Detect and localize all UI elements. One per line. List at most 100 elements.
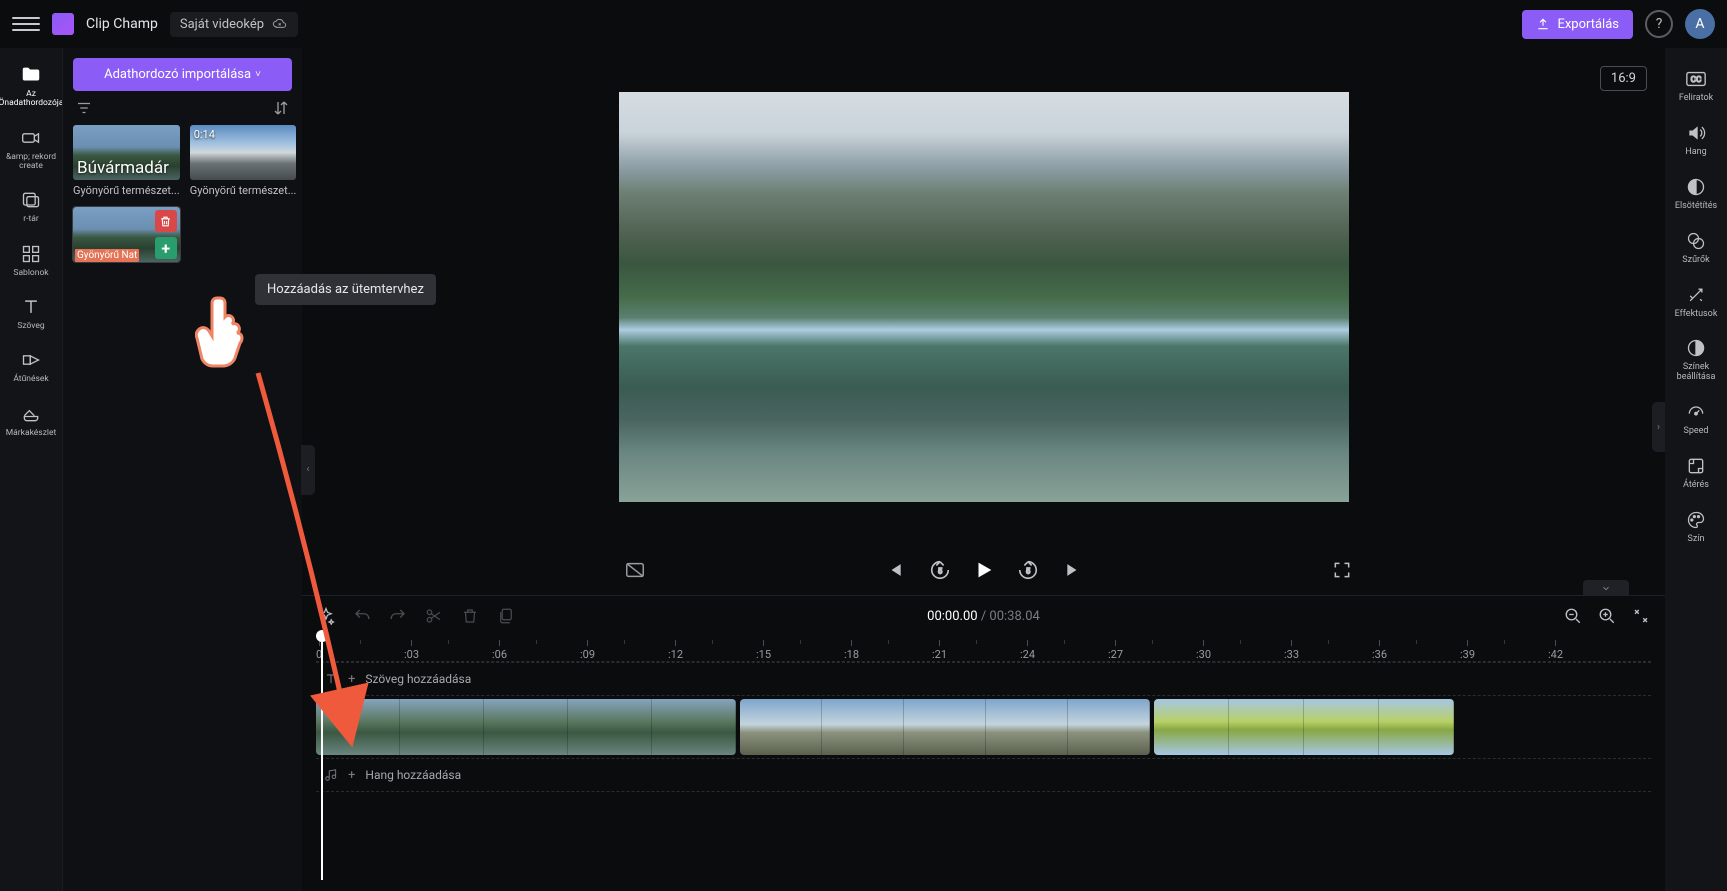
svg-text:CC: CC	[1691, 75, 1702, 85]
current-time: 00:00.00	[927, 609, 977, 624]
ruler-tick: :36	[1372, 640, 1387, 661]
ruler-tick: :03	[404, 640, 419, 661]
text-track[interactable]: + Szöveg hozzáadása	[316, 663, 1651, 695]
prop-captions[interactable]: CC Feliratok	[1665, 64, 1727, 108]
thumb-duration: 0:14	[194, 128, 215, 141]
project-name[interactable]: Saját videokép	[170, 12, 298, 37]
fullscreen-button[interactable]	[1329, 557, 1355, 583]
timeline-ruler[interactable]: 0:03:06:09:12:15:18:21:24:27:30:33:36:39…	[316, 636, 1651, 662]
rail-record[interactable]: &amp; rekord create	[0, 121, 62, 178]
collapse-property-panel[interactable]: ›	[1652, 402, 1665, 452]
prop-effects[interactable]: Effektusok	[1665, 280, 1727, 324]
property-rail: › CC Feliratok Hang Elsötétítés Szűrők E…	[1665, 48, 1727, 891]
timeline-tracks: + Szöveg hozzáadása	[302, 662, 1665, 891]
text-track-label: Szöveg hozzáadása	[365, 672, 471, 686]
skip-forward-button[interactable]	[1061, 557, 1087, 583]
video-clip-2[interactable]	[740, 699, 1150, 755]
delete-media-button[interactable]	[155, 210, 177, 232]
prop-color-adjust[interactable]: Színek beállítása	[1665, 333, 1727, 387]
split-button[interactable]	[424, 606, 444, 626]
media-panel-toolbar	[73, 91, 292, 125]
cloud-sync-icon	[272, 18, 288, 30]
media-panel: Adathordozó importálása Búvármadár Gyöny…	[62, 48, 302, 891]
svg-text:5: 5	[937, 567, 941, 576]
fit-timeline-button[interactable]	[1631, 606, 1651, 626]
audio-track-label: Hang hozzáadása	[365, 768, 461, 782]
prop-speed[interactable]: Speed	[1665, 397, 1727, 441]
rail-brandkit[interactable]: Márkakészlet	[0, 397, 62, 444]
video-clip-1[interactable]	[316, 699, 736, 755]
prop-fade[interactable]: Elsötétítés	[1665, 172, 1727, 216]
filter-icon[interactable]	[75, 99, 93, 117]
media-item-3-hovered[interactable]: + Gyönyörű Nat	[73, 207, 180, 262]
export-button[interactable]: Exportálás	[1522, 10, 1633, 39]
video-preview[interactable]	[619, 92, 1349, 502]
rail-templates[interactable]: Sablonok	[0, 237, 62, 284]
playback-controls: 5 5	[302, 545, 1665, 595]
redo-button[interactable]	[388, 606, 408, 626]
prop-color[interactable]: Szín	[1665, 505, 1727, 549]
media-item-2[interactable]: 0:14 Gyönyörű természet...	[190, 125, 297, 197]
brand-icon	[20, 403, 42, 425]
ruler-tick: :33	[1284, 640, 1299, 661]
left-rail: Az Önadathordozója &amp; rekord create r…	[0, 48, 62, 891]
filters-icon	[1685, 230, 1707, 252]
timeline-toolbar: 00:00.00 / 00:38.04	[302, 596, 1665, 636]
ruler-tick: :18	[844, 640, 859, 661]
menu-button[interactable]	[12, 10, 40, 38]
main-area: Az Önadathordozója &amp; rekord create r…	[0, 48, 1727, 891]
music-icon	[324, 768, 338, 782]
zoom-out-button[interactable]	[1563, 606, 1583, 626]
ruler-tick: :30	[1196, 640, 1211, 661]
ruler-tick: :06	[492, 640, 507, 661]
speed-icon	[1685, 401, 1707, 423]
templates-icon	[20, 243, 42, 265]
user-avatar[interactable]: A	[1685, 9, 1715, 39]
audio-track[interactable]: + Hang hozzáadása	[316, 759, 1651, 791]
ruler-tick: :09	[580, 640, 595, 661]
sort-icon[interactable]	[272, 99, 290, 117]
rail-transitions[interactable]: Átűnések	[0, 343, 62, 390]
folder-icon	[20, 64, 42, 86]
skip-back-button[interactable]	[881, 557, 907, 583]
drag-arrow-annotation	[238, 368, 378, 748]
prop-filters[interactable]: Szűrők	[1665, 226, 1727, 270]
preview-frame-image	[619, 92, 1349, 502]
media-thumb: 0:14	[190, 125, 297, 180]
import-media-button[interactable]: Adathordozó importálása	[73, 58, 292, 91]
plus-icon: +	[348, 768, 355, 783]
contrast-icon	[1685, 337, 1707, 359]
rail-text[interactable]: Szöveg	[0, 290, 62, 337]
rail-library[interactable]: r-tár	[0, 183, 62, 230]
timeline: 00:00.00 / 00:38.04 0:03:06:09:12:15:18:…	[302, 595, 1665, 891]
zoom-in-button[interactable]	[1597, 606, 1617, 626]
center-area: ‹ 16:9 5 5	[302, 48, 1665, 891]
rewind-button[interactable]: 5	[927, 557, 953, 583]
trash-icon	[159, 215, 172, 228]
rail-your-media[interactable]: Az Önadathordozója	[0, 58, 62, 115]
play-button[interactable]	[973, 559, 995, 581]
video-track[interactable]	[316, 698, 1651, 756]
duplicate-button[interactable]	[496, 606, 516, 626]
media-item-1[interactable]: Búvármadár Gyönyörű természet...	[73, 125, 180, 197]
ruler-tick: :24	[1020, 640, 1035, 661]
video-clip-3[interactable]	[1154, 699, 1454, 755]
media-grid: Búvármadár Gyönyörű természet... 0:14 Gy…	[73, 125, 292, 262]
forward-button[interactable]: 5	[1015, 557, 1041, 583]
prop-audio[interactable]: Hang	[1665, 118, 1727, 162]
library-icon	[20, 189, 42, 211]
help-button[interactable]: ?	[1645, 10, 1673, 38]
delete-button[interactable]	[460, 606, 480, 626]
speaker-icon	[1685, 122, 1707, 144]
safe-zone-toggle[interactable]	[622, 557, 648, 583]
add-to-timeline-button[interactable]: +	[155, 237, 177, 259]
media-hover-label: Gyönyörű Nat	[75, 249, 139, 262]
time-display: 00:00.00 / 00:38.04	[927, 609, 1040, 624]
cc-icon: CC	[1685, 68, 1707, 90]
prop-crop[interactable]: Átérés	[1665, 451, 1727, 495]
media-caption: Gyönyörű természet...	[190, 184, 297, 197]
thumb-title: Búvármadár	[77, 158, 169, 178]
ruler-tick: :21	[932, 640, 947, 661]
aspect-ratio-button[interactable]: 16:9	[1600, 66, 1647, 91]
upload-icon	[1536, 17, 1550, 31]
